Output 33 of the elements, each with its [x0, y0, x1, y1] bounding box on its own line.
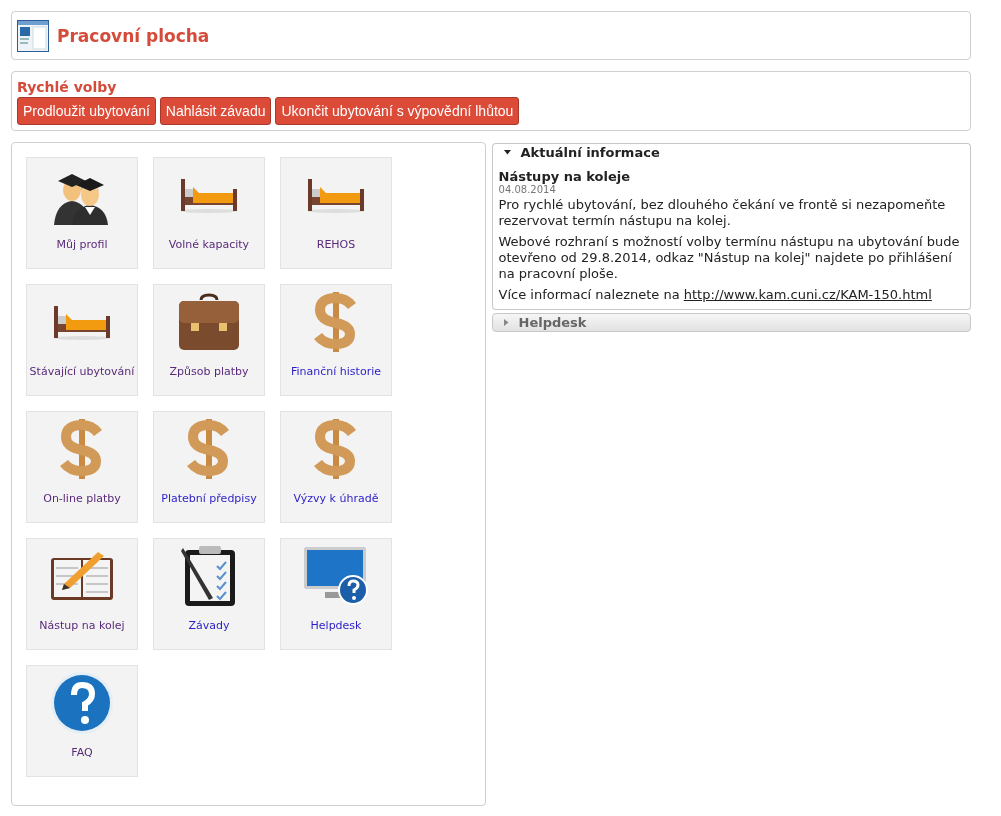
collapse-triangle-icon — [503, 150, 511, 155]
quick-action-button[interactable]: Ukončit ubytování s výpovědní lhůtou — [275, 97, 520, 125]
news-link[interactable]: http://www.kam.cuni.cz/KAM-150.html — [683, 287, 932, 302]
desktop-tile[interactable]: Výzvy k úhradě — [280, 411, 392, 523]
accordion-header[interactable]: Aktuální informace — [491, 143, 971, 161]
monitor-help-icon — [303, 546, 369, 606]
desktop-tile[interactable]: Finanční historie — [280, 284, 392, 396]
news-paragraph: Pro rychlé ubytování, bez dlouhého čekání ve frontě si nezapomeňte rezervovat termín nástupu na kolej. — [498, 197, 947, 229]
planner-pencil-icon — [50, 550, 114, 602]
news-date: 04.08.2014 — [498, 184, 557, 195]
news-title: Nástupy na koleje — [498, 169, 631, 184]
page-title: Pracovní plocha — [57, 25, 210, 46]
expand-triangle-icon — [503, 319, 509, 326]
desktop-tile[interactable]: Můj profil — [26, 157, 138, 269]
section-title: Rychlé volby — [17, 79, 117, 96]
desktop-tile[interactable]: Volné kapacity — [153, 157, 265, 269]
desktop-tile[interactable]: Platební předpisy — [153, 411, 265, 523]
desktop-tile[interactable]: Helpdesk — [280, 538, 392, 650]
desktop-tile[interactable]: FAQ — [26, 665, 138, 777]
help-icon — [50, 671, 114, 735]
desktop-tile[interactable]: Stávající ubytování — [26, 284, 138, 396]
briefcase-icon — [177, 292, 241, 352]
desktop-tile[interactable]: REHOS — [280, 157, 392, 269]
desktop-window-icon — [17, 19, 49, 52]
accordion-header[interactable]: Helpdesk — [491, 313, 971, 332]
desktop-tile[interactable]: Závady — [153, 538, 265, 650]
news-paragraph: Více informací naleznete na http://www.kam.cuni.cz/KAM-150.html — [498, 287, 933, 303]
desktop-tile[interactable]: On-line platby — [26, 411, 138, 523]
news-paragraph: Webové rozhraní s možností volby termínu nástupu na ubytování bude otevřeno od 29.8.2014, odkaz "Nástup na kolej" najdete po přihlášení na pracovní ploše. — [498, 234, 961, 282]
desktop-tile[interactable]: Nástup na kolej — [26, 538, 138, 650]
quick-action-button[interactable]: Nahlásit závadu — [159, 97, 272, 125]
quick-action-button[interactable]: Prodloužit ubytování — [17, 97, 156, 125]
desktop-tile[interactable]: Způsob platby — [153, 284, 265, 396]
